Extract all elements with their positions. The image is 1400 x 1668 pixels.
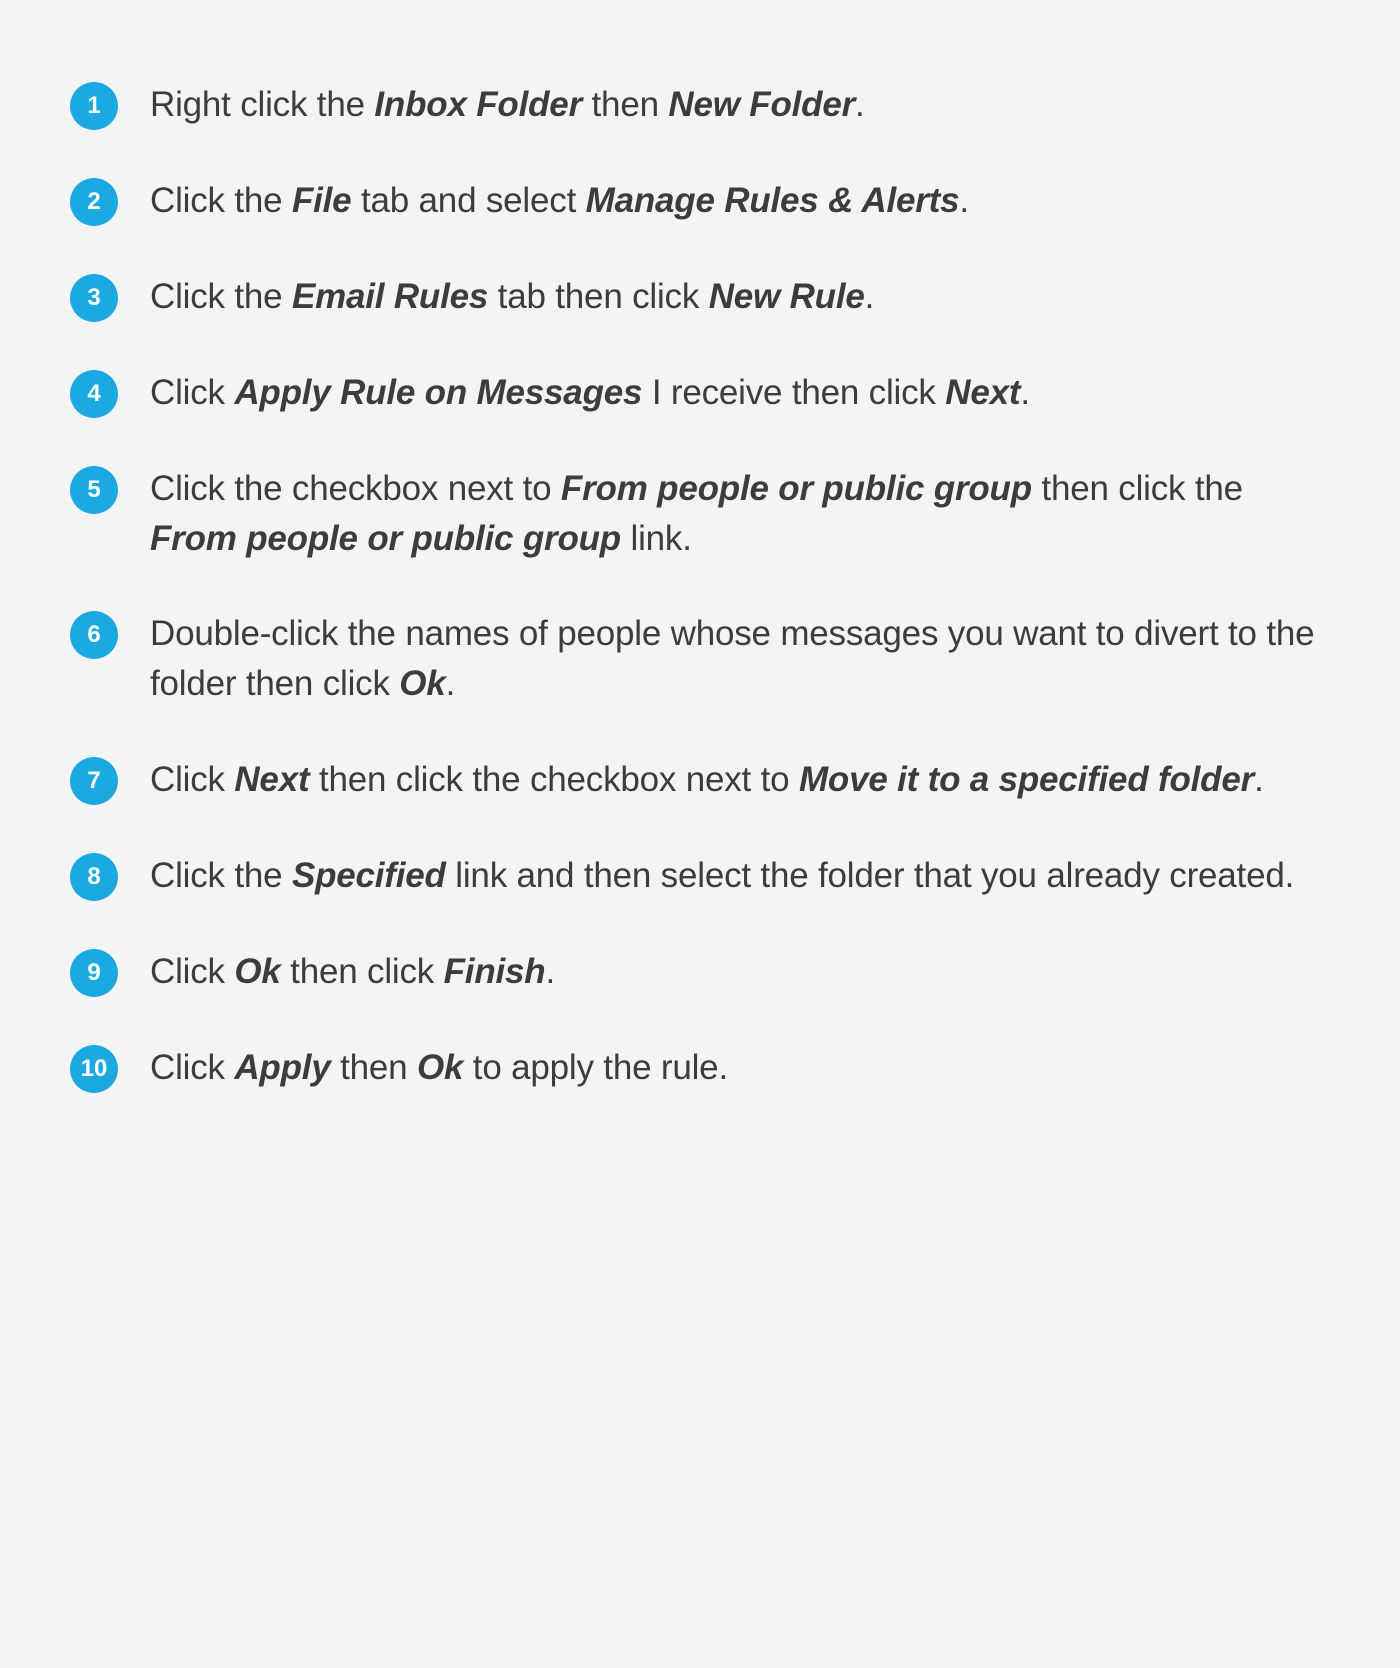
text-segment: link. <box>621 519 692 558</box>
step-text: Right click the Inbox Folder then New Fo… <box>150 80 865 130</box>
emphasized-term: From people or public group <box>150 519 621 558</box>
emphasized-term: Ok <box>234 952 280 991</box>
step-item: 4 Click Apply Rule on Messages I receive … <box>70 368 1330 418</box>
step-text: Click Ok then click Finish. <box>150 947 555 997</box>
step-number-badge: 1 <box>70 82 118 130</box>
step-text: Click the File tab and select Manage Rul… <box>150 176 969 226</box>
text-segment: to apply the rule. <box>463 1048 728 1087</box>
step-text: Click the checkbox next to From people o… <box>150 464 1330 563</box>
emphasized-term: Ok <box>399 664 445 703</box>
text-segment: . <box>1020 373 1030 412</box>
step-number-badge: 4 <box>70 370 118 418</box>
step-item: 3 Click the Email Rules tab then click Ne… <box>70 272 1330 322</box>
step-text: Double-click the names of people whose m… <box>150 609 1330 708</box>
text-segment: . <box>1254 760 1264 799</box>
text-segment: then <box>582 85 668 124</box>
step-number-badge: 9 <box>70 949 118 997</box>
text-segment: tab and select <box>351 181 585 220</box>
text-segment: then click the <box>1032 469 1243 508</box>
text-segment: Click <box>150 952 234 991</box>
text-segment: . <box>855 85 865 124</box>
text-segment: Right click the <box>150 85 374 124</box>
step-item: 9 Click Ok then click Finish. <box>70 947 1330 997</box>
text-segment: Click the <box>150 856 292 895</box>
emphasized-term: Apply <box>234 1048 330 1087</box>
text-segment: Click <box>150 760 234 799</box>
emphasized-term: Move it to a specified folder <box>799 760 1254 799</box>
step-number-badge: 5 <box>70 466 118 514</box>
emphasized-term: Inbox Folder <box>374 85 582 124</box>
step-number-badge: 10 <box>70 1045 118 1093</box>
step-item: 7 Click Next then click the checkbox next… <box>70 755 1330 805</box>
text-segment: Double-click the names of people whose m… <box>150 614 1314 703</box>
emphasized-term: Email Rules <box>292 277 488 316</box>
step-item: 5 Click the checkbox next to From people … <box>70 464 1330 563</box>
step-item: 1 Right click the Inbox Folder then New F… <box>70 80 1330 130</box>
text-segment: Click <box>150 373 234 412</box>
emphasized-term: Next <box>234 760 309 799</box>
step-item: 8 Click the Specified link and then selec… <box>70 851 1330 901</box>
emphasized-term: New Rule <box>709 277 865 316</box>
emphasized-term: Apply Rule on Messages <box>234 373 642 412</box>
step-number-badge: 2 <box>70 178 118 226</box>
steps-list: 1 Right click the Inbox Folder then New F… <box>70 80 1330 1093</box>
step-item: 10 Click Apply then Ok to apply the rule. <box>70 1043 1330 1093</box>
text-segment: Click the <box>150 277 292 316</box>
emphasized-term: File <box>292 181 352 220</box>
text-segment: . <box>865 277 875 316</box>
text-segment: Click <box>150 1048 234 1087</box>
step-number-badge: 6 <box>70 611 118 659</box>
step-text: Click the Email Rules tab then click New… <box>150 272 874 322</box>
step-number-badge: 3 <box>70 274 118 322</box>
emphasized-term: New Folder <box>668 85 855 124</box>
emphasized-term: Manage Rules & Alerts <box>586 181 960 220</box>
step-text: Click Apply Rule on Messages I receive t… <box>150 368 1030 418</box>
step-number-badge: 7 <box>70 757 118 805</box>
text-segment: . <box>959 181 969 220</box>
text-segment: then click <box>281 952 444 991</box>
emphasized-term: From people or public group <box>561 469 1032 508</box>
text-segment: . <box>545 952 555 991</box>
text-segment: link and then select the folder that you… <box>446 856 1294 895</box>
emphasized-term: Ok <box>417 1048 463 1087</box>
emphasized-term: Next <box>945 373 1020 412</box>
text-segment: then <box>331 1048 417 1087</box>
step-number-badge: 8 <box>70 853 118 901</box>
step-text: Click Next then click the checkbox next … <box>150 755 1264 805</box>
step-item: 6 Double-click the names of people whose … <box>70 609 1330 708</box>
text-segment: I receive then click <box>642 373 945 412</box>
text-segment: Click the checkbox next to <box>150 469 561 508</box>
emphasized-term: Specified <box>292 856 446 895</box>
text-segment: . <box>446 664 456 703</box>
step-text: Click the Specified link and then select… <box>150 851 1294 901</box>
text-segment: tab then click <box>488 277 709 316</box>
text-segment: Click the <box>150 181 292 220</box>
step-item: 2 Click the File tab and select Manage Ru… <box>70 176 1330 226</box>
emphasized-term: Finish <box>444 952 546 991</box>
text-segment: then click the checkbox next to <box>309 760 799 799</box>
step-text: Click Apply then Ok to apply the rule. <box>150 1043 728 1093</box>
